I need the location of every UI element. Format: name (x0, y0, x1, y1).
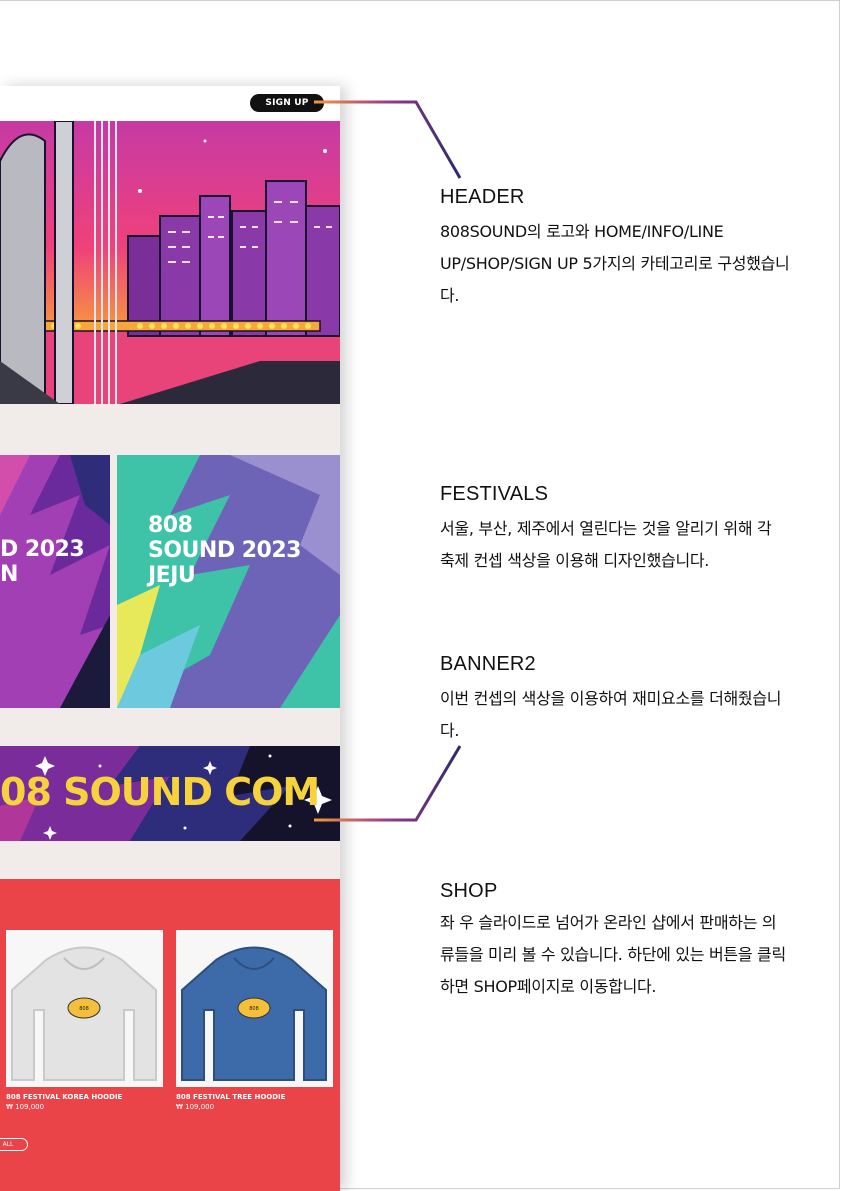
shop-section: 808 808 FESTIVAL KOREA HOODIE ₩ 109,000 … (0, 879, 340, 1191)
product-price: ₩ 109,000 (176, 1103, 215, 1111)
city-bridge-illustration (0, 121, 340, 404)
header-annotation-body: 808SOUND의 로고와 HOME/INFO/LINE UP/SHOP/SIG… (440, 222, 790, 305)
shop-annotation-body: 좌 우 슬라이드로 넘어가 온라인 샵에서 판매하는 의류들을 미리 볼 수 있… (440, 913, 786, 996)
view-all-button[interactable]: ALL (0, 1138, 28, 1151)
site-header: SIGN UP (0, 86, 340, 121)
hero-banner (0, 121, 340, 404)
banner2-section: 08 SOUND COM (0, 746, 340, 841)
hoodie-badge: 808 (79, 1006, 89, 1012)
product-card[interactable]: 808 (6, 930, 163, 1087)
festivals-annotation-title: FESTIVALS (440, 483, 549, 505)
product-name: 808 FESTIVAL TREE HOODIE (176, 1093, 286, 1101)
festival-left-title-line: D 2023 (0, 537, 85, 562)
banner2-annotation-title: BANNER2 (440, 653, 536, 675)
banner2-title: 08 SOUND COM (0, 770, 320, 814)
banner2-annotation-body: 이번 컨셉의 색상을 이용하여 재미요소를 더해줬습니다. (440, 689, 782, 740)
shop-annotation-title: SHOP (440, 880, 498, 902)
sign-up-button[interactable]: SIGN UP (250, 94, 324, 112)
festival-right-title-line: JEJU (148, 563, 196, 588)
hoodie-badge: 808 (249, 1006, 259, 1012)
product-name: 808 FESTIVAL KOREA HOODIE (6, 1093, 123, 1101)
festivals-section: D 2023 N 808 SOUND 2023 JEJU (0, 455, 340, 708)
header-annotation-title: HEADER (440, 186, 525, 208)
website-mockup: SIGN UP D 2023 N 808 SOUND 2023 JEJU 08 … (0, 86, 340, 1191)
festival-left-title: D 2023 N (0, 537, 85, 587)
product-card[interactable]: 808 (176, 930, 333, 1087)
festival-right-title-line: 808 (148, 513, 193, 538)
festival-left-title-line: N (0, 562, 18, 587)
product-price: ₩ 109,000 (6, 1103, 45, 1111)
festival-right-title: 808 SOUND 2023 JEJU (148, 513, 301, 588)
festival-right-title-line: SOUND 2023 (148, 538, 301, 563)
hoodie-image: 808 (11, 946, 157, 1081)
festivals-annotation-body: 서울, 부산, 제주에서 열린다는 것을 알리기 위해 각 축제 컨셉 색상을 … (440, 519, 772, 570)
hoodie-image: 808 (181, 946, 327, 1081)
